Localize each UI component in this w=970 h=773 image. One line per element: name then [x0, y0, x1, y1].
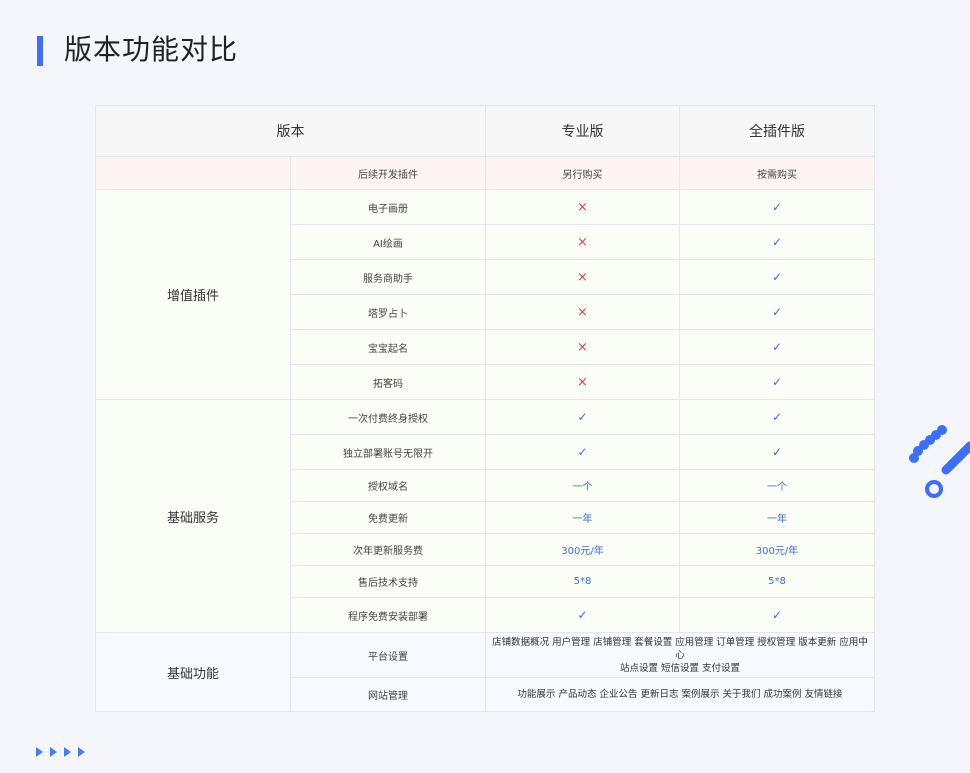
- pro-value: ×: [485, 224, 680, 260]
- arrow-right-icon: [50, 747, 57, 757]
- feature-label: 塔罗占卜: [290, 294, 486, 330]
- check-icon: ✓: [771, 199, 783, 214]
- pro-value: 300元/年: [485, 533, 680, 566]
- pro-value: ×: [485, 189, 680, 225]
- check-icon: ✓: [771, 374, 783, 389]
- full-value: ✓: [679, 434, 875, 470]
- full-value: ✓: [679, 399, 875, 435]
- check-icon: ✓: [771, 269, 783, 284]
- feature-label: 售后技术支持: [290, 565, 486, 598]
- description-line: 站点设置 短信设置 支付设置: [619, 662, 741, 674]
- arrow-right-icon: [78, 747, 85, 757]
- cross-icon: ×: [577, 269, 588, 285]
- group-label-basic-service: 基础服务: [95, 399, 291, 633]
- pro-value: ×: [485, 329, 680, 365]
- feature-label: 独立部署账号无限开: [290, 434, 486, 470]
- description-line: 店铺数据概况 用户管理 店铺管理 套餐设置 应用管理 订单管理 授权管理 版本更…: [492, 636, 868, 661]
- pro-value: 一个: [485, 469, 680, 502]
- description-line: 功能展示 产品动态 企业公告 更新日志 案例展示 关于我们 成功案例 友情链接: [517, 689, 843, 700]
- pro-value: ×: [485, 364, 680, 400]
- check-icon: ✓: [577, 444, 588, 459]
- arrow-right-icon: [64, 747, 71, 757]
- cross-icon: ×: [577, 339, 588, 355]
- table-row: 增值插件 电子画册 × ✓: [95, 189, 875, 400]
- check-icon: ✓: [771, 409, 783, 424]
- cross-icon: ×: [577, 199, 588, 215]
- full-value: ✓: [679, 294, 875, 330]
- full-value: 300元/年: [679, 533, 875, 566]
- feature-description: 店铺数据概况 用户管理 店铺管理 套餐设置 应用管理 订单管理 授权管理 版本更…: [485, 632, 875, 678]
- cross-icon: ×: [577, 304, 588, 320]
- feature-label: 拓客码: [290, 364, 486, 400]
- feature-label: 网站管理: [290, 677, 486, 712]
- feature-label: 后续开发插件: [290, 156, 486, 190]
- pro-value: ✓: [485, 399, 680, 435]
- header-full: 全插件版: [679, 105, 875, 157]
- check-icon: ✓: [771, 607, 783, 622]
- blank-cell: [95, 156, 291, 190]
- version-comparison-table: 版本 专业版 全插件版 后续开发插件 另行购买 按需购买 增值插件 电子画册 ×…: [95, 105, 875, 712]
- full-value: ✓: [679, 189, 875, 225]
- page-title: 版本功能对比: [64, 33, 239, 66]
- feature-label: 程序免费安装部署: [290, 597, 486, 633]
- full-value: ✓: [679, 597, 875, 633]
- check-icon: ✓: [771, 234, 783, 249]
- feature-label: 电子画册: [290, 189, 486, 225]
- full-value: ✓: [679, 364, 875, 400]
- feature-label: 免费更新: [290, 501, 486, 534]
- feature-label: 平台设置: [290, 632, 486, 678]
- decorative-snake-icon: [909, 425, 970, 498]
- full-value: ✓: [679, 224, 875, 260]
- check-icon: ✓: [577, 409, 588, 424]
- full-value: ✓: [679, 259, 875, 295]
- check-icon: ✓: [771, 304, 783, 319]
- full-value: ✓: [679, 329, 875, 365]
- pro-value: ✓: [485, 434, 680, 470]
- cross-icon: ×: [577, 374, 588, 390]
- feature-label: 授权域名: [290, 469, 486, 502]
- feature-label: 一次付费终身授权: [290, 399, 486, 435]
- pro-value: 另行购买: [485, 156, 680, 190]
- full-value: 按需购买: [679, 156, 875, 190]
- feature-label: AI绘画: [290, 224, 486, 260]
- table-row-later-plugins: 后续开发插件 另行购买 按需购买: [95, 156, 875, 190]
- group-label-basic-function: 基础功能: [95, 632, 291, 712]
- feature-label: 服务商助手: [290, 259, 486, 295]
- pro-value: ×: [485, 259, 680, 295]
- full-value: 5*8: [679, 565, 875, 598]
- pro-value: 5*8: [485, 565, 680, 598]
- check-icon: ✓: [771, 444, 783, 459]
- check-icon: ✓: [577, 607, 588, 622]
- feature-label: 宝宝起名: [290, 329, 486, 365]
- header-version: 版本: [95, 105, 486, 157]
- header-pro: 专业版: [485, 105, 680, 157]
- full-value: 一个: [679, 469, 875, 502]
- table-row: 基础功能 平台设置 店铺数据概况 用户管理 店铺管理 套餐设置 应用管理 订单管…: [95, 632, 875, 712]
- pro-value: ×: [485, 294, 680, 330]
- arrow-right-icon: [36, 747, 43, 757]
- cross-icon: ×: [577, 234, 588, 250]
- table-row: 基础服务 一次付费终身授权 ✓ ✓: [95, 399, 875, 633]
- feature-label: 次年更新服务费: [290, 533, 486, 566]
- feature-description: 功能展示 产品动态 企业公告 更新日志 案例展示 关于我们 成功案例 友情链接: [485, 677, 875, 712]
- decorative-arrows: [36, 747, 85, 757]
- pro-value: 一年: [485, 501, 680, 534]
- pro-value: ✓: [485, 597, 680, 633]
- check-icon: ✓: [771, 339, 783, 354]
- full-value: 一年: [679, 501, 875, 534]
- table-header-row: 版本 专业版 全插件版: [95, 105, 875, 157]
- group-label-value-added: 增值插件: [95, 189, 291, 400]
- title-accent-bar: [37, 36, 43, 66]
